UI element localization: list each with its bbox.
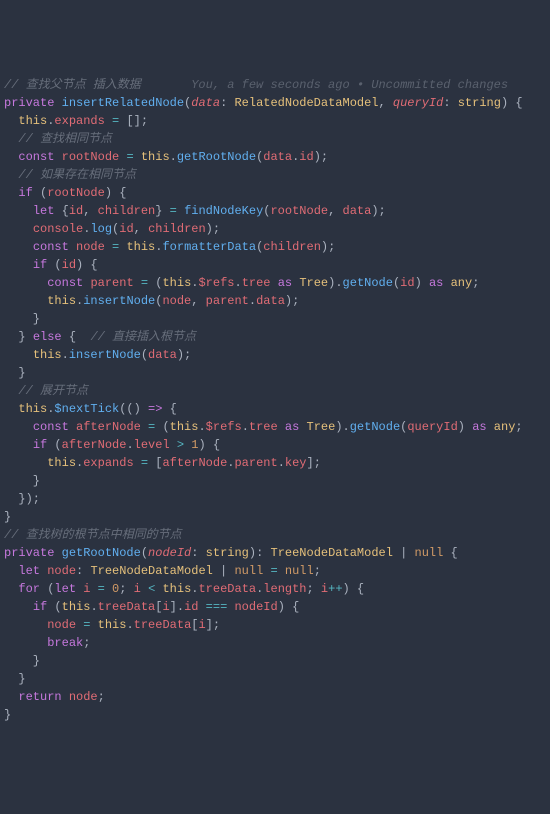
code-line: this.expands = [];	[4, 112, 550, 130]
code-line: if (rootNode) {	[4, 184, 550, 202]
code-line: }	[4, 652, 550, 670]
code-line: return node;	[4, 688, 550, 706]
code-line: private insertRelatedNode(data: RelatedN…	[4, 94, 550, 112]
code-line: this.$nextTick(() => {	[4, 400, 550, 418]
code-line: let {id, children} = findNodeKey(rootNod…	[4, 202, 550, 220]
code-line: console.log(id, children);	[4, 220, 550, 238]
code-line: }	[4, 670, 550, 688]
code-line: // 查找树的根节点中相同的节点	[4, 526, 550, 544]
code-line: for (let i = 0; i < this.treeData.length…	[4, 580, 550, 598]
code-line: const rootNode = this.getRootNode(data.i…	[4, 148, 550, 166]
code-line: private getRootNode(nodeId: string): Tre…	[4, 544, 550, 562]
code-line: const parent = (this.$refs.tree as Tree)…	[4, 274, 550, 292]
code-line: // 查找相同节点	[4, 130, 550, 148]
code-line: });	[4, 490, 550, 508]
code-line: this.expands = [afterNode.parent.key];	[4, 454, 550, 472]
code-line: this.insertNode(data);	[4, 346, 550, 364]
code-line: if (afterNode.level > 1) {	[4, 436, 550, 454]
code-line: // 如果存在相同节点	[4, 166, 550, 184]
code-line: node = this.treeData[i];	[4, 616, 550, 634]
code-line: if (id) {	[4, 256, 550, 274]
code-line: let node: TreeNodeDataModel | null = nul…	[4, 562, 550, 580]
code-editor[interactable]: // 查找父节点 插入数据 You, a few seconds ago • U…	[4, 76, 550, 724]
code-line: }	[4, 310, 550, 328]
code-line: if (this.treeData[i].id === nodeId) {	[4, 598, 550, 616]
code-line: }	[4, 472, 550, 490]
code-line: } else { // 直接插入根节点	[4, 328, 550, 346]
code-line: }	[4, 508, 550, 526]
code-line: // 查找父节点 插入数据 You, a few seconds ago • U…	[4, 76, 550, 94]
code-line: }	[4, 364, 550, 382]
code-line: const node = this.formatterData(children…	[4, 238, 550, 256]
code-line: const afterNode = (this.$refs.tree as Tr…	[4, 418, 550, 436]
code-line: this.insertNode(node, parent.data);	[4, 292, 550, 310]
code-line: }	[4, 706, 550, 724]
code-line: // 展开节点	[4, 382, 550, 400]
code-line: break;	[4, 634, 550, 652]
